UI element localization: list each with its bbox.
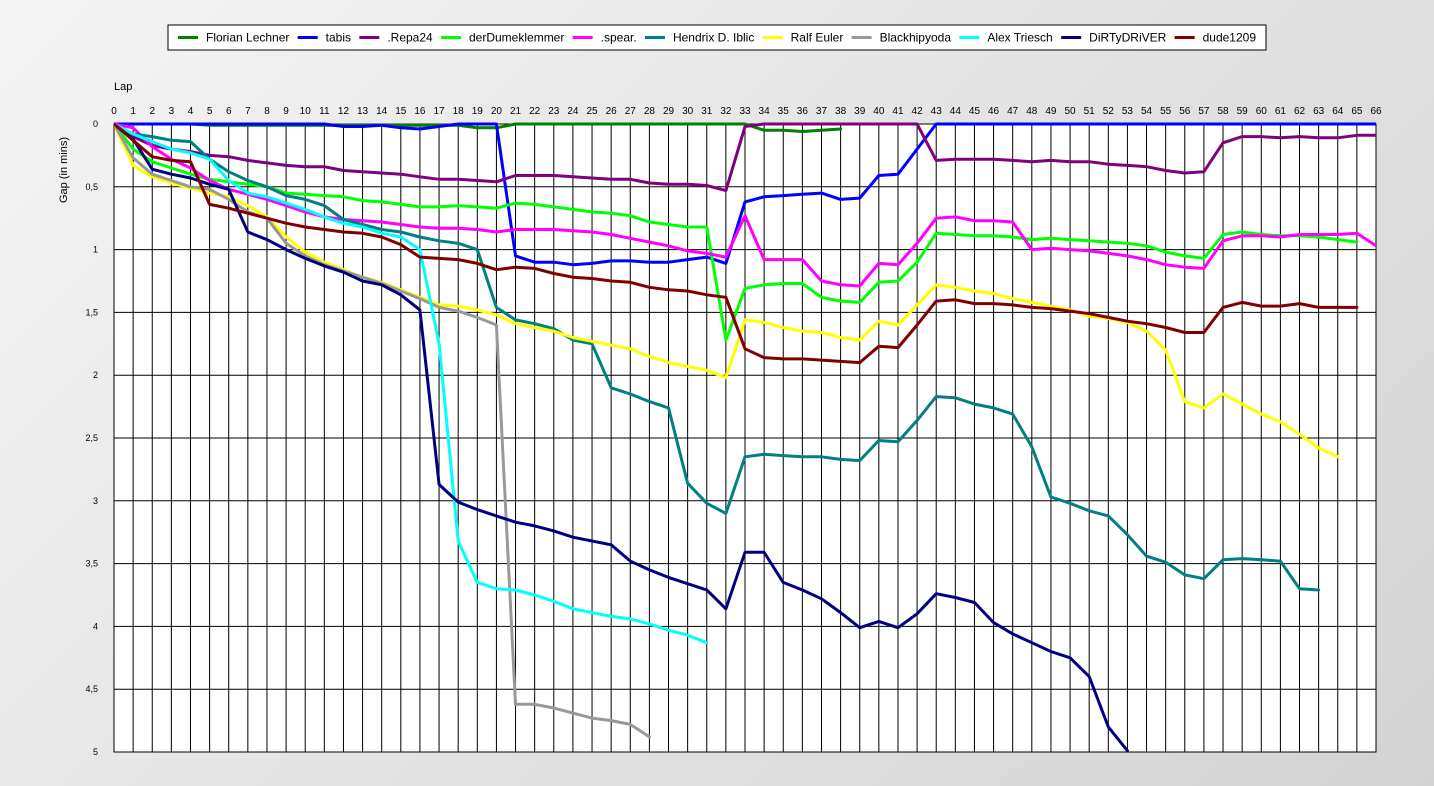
x-tick-label: 61 <box>1275 106 1287 117</box>
x-tick-label: 22 <box>529 106 541 117</box>
x-tick-label: 37 <box>816 106 828 117</box>
legend-label: derDumeklemmer <box>469 31 564 45</box>
y-tick-label: 4 <box>93 621 98 631</box>
x-tick-label: 53 <box>1122 106 1134 117</box>
legend-label: Alex Triesch <box>987 31 1052 45</box>
x-tick-label: 13 <box>357 106 369 117</box>
x-tick-label: 8 <box>264 106 270 117</box>
x-tick-label: 31 <box>701 106 713 117</box>
x-tick-label: 5 <box>207 106 213 117</box>
x-tick-label: 0 <box>111 106 117 117</box>
x-tick-label: 57 <box>1198 106 1210 117</box>
x-tick-label: 24 <box>567 106 579 117</box>
x-tick-label: 12 <box>338 106 350 117</box>
x-tick-label: 26 <box>606 106 618 117</box>
legend-label: dude1209 <box>1203 31 1257 45</box>
x-tick-label: 66 <box>1370 106 1382 117</box>
x-tick-label: 17 <box>433 106 445 117</box>
x-tick-label: 27 <box>625 106 637 117</box>
gap-chart: Florian Lechner tabis .Repa24 derDumeklemme… <box>58 24 1382 757</box>
x-tick-label: 52 <box>1103 106 1115 117</box>
x-tick-label: 34 <box>759 106 771 117</box>
y-tick-label: 1 <box>93 245 98 255</box>
x-tick-label: 32 <box>720 106 732 117</box>
x-tick-label: 28 <box>644 106 656 117</box>
x-tick-label: 21 <box>510 106 522 117</box>
legend-label: .Repa24 <box>387 31 433 45</box>
x-tick-label: 4 <box>188 106 194 117</box>
x-tick-label: 56 <box>1179 106 1191 117</box>
x-tick-label: 47 <box>1007 106 1019 117</box>
x-tick-label: 30 <box>682 106 694 117</box>
y-tick-label: 2,5 <box>85 433 98 443</box>
x-tick-label: 60 <box>1256 106 1268 117</box>
x-tick-label: 50 <box>1064 106 1076 117</box>
x-axis-label: Lap <box>114 81 132 93</box>
x-tick-label: 54 <box>1141 106 1153 117</box>
x-tick-label: 48 <box>1026 106 1038 117</box>
y-tick-label: 5 <box>93 747 98 757</box>
y-tick-label: 2 <box>93 370 98 380</box>
x-tick-label: 39 <box>854 106 866 117</box>
x-tick-label: 41 <box>892 106 904 117</box>
legend-label: Blackhipyoda <box>880 31 952 45</box>
y-tick-label: 0,5 <box>85 182 98 192</box>
x-tick-label: 35 <box>778 106 790 117</box>
chart-legend: Florian Lechner tabis .Repa24 derDumeklemme… <box>167 24 1267 51</box>
x-tick-label: 1 <box>130 106 136 117</box>
x-tick-label: 29 <box>663 106 675 117</box>
x-tick-label: 45 <box>969 106 981 117</box>
x-tick-label: 16 <box>414 106 426 117</box>
x-tick-label: 40 <box>873 106 885 117</box>
x-tick-label: 20 <box>491 106 503 117</box>
x-tick-label: 42 <box>912 106 924 117</box>
x-tick-label: 63 <box>1313 106 1325 117</box>
x-tick-label: 2 <box>149 106 155 117</box>
y-tick-label: 0 <box>93 119 98 129</box>
legend-label: Hendrix D. Iblic <box>673 31 754 45</box>
x-tick-label: 59 <box>1237 106 1249 117</box>
x-tick-label: 7 <box>245 106 251 117</box>
x-tick-label: 25 <box>586 106 598 117</box>
x-tick-label: 49 <box>1045 106 1057 117</box>
x-tick-label: 64 <box>1332 106 1344 117</box>
legend-label: DiRTyDRiVER <box>1089 31 1166 45</box>
x-tick-label: 44 <box>950 106 962 117</box>
y-tick-label: 4,5 <box>85 684 98 694</box>
x-tick-label: 33 <box>739 106 751 117</box>
x-tick-label: 9 <box>283 106 289 117</box>
y-tick-label: 3,5 <box>85 559 98 569</box>
x-tick-label: 18 <box>453 106 465 117</box>
plot-area: 0 1 2 3 4 5 6 7 8 9 10 11 12 13 14 15 16 17 18 19 20 21 22 23 24… <box>85 106 1382 757</box>
x-tick-label: 38 <box>835 106 847 117</box>
legend-label: Ralf Euler <box>791 31 844 45</box>
x-tick-label: 46 <box>988 106 1000 117</box>
legend-label: Florian Lechner <box>206 31 289 45</box>
x-tick-label: 43 <box>931 106 943 117</box>
x-tick-label: 65 <box>1351 106 1363 117</box>
x-tick-label: 19 <box>472 106 484 117</box>
y-tick-label: 1,5 <box>85 307 98 317</box>
x-tick-label: 58 <box>1217 106 1229 117</box>
legend-label: .spear. <box>601 31 637 45</box>
x-tick-label: 10 <box>300 106 312 117</box>
y-tick-label: 3 <box>93 496 98 506</box>
x-tick-label: 62 <box>1294 106 1306 117</box>
legend-label: tabis <box>326 31 351 45</box>
x-tick-label: 36 <box>797 106 809 117</box>
x-tick-label: 55 <box>1160 106 1172 117</box>
x-tick-label: 15 <box>395 106 407 117</box>
x-tick-label: 23 <box>548 106 560 117</box>
x-tick-label: 14 <box>376 106 388 117</box>
x-tick-label: 6 <box>226 106 232 117</box>
x-tick-label: 11 <box>319 106 330 117</box>
x-tick-label: 3 <box>169 106 175 117</box>
y-axis-label: Gap (in mins) <box>58 137 70 203</box>
x-tick-label: 51 <box>1084 106 1096 117</box>
